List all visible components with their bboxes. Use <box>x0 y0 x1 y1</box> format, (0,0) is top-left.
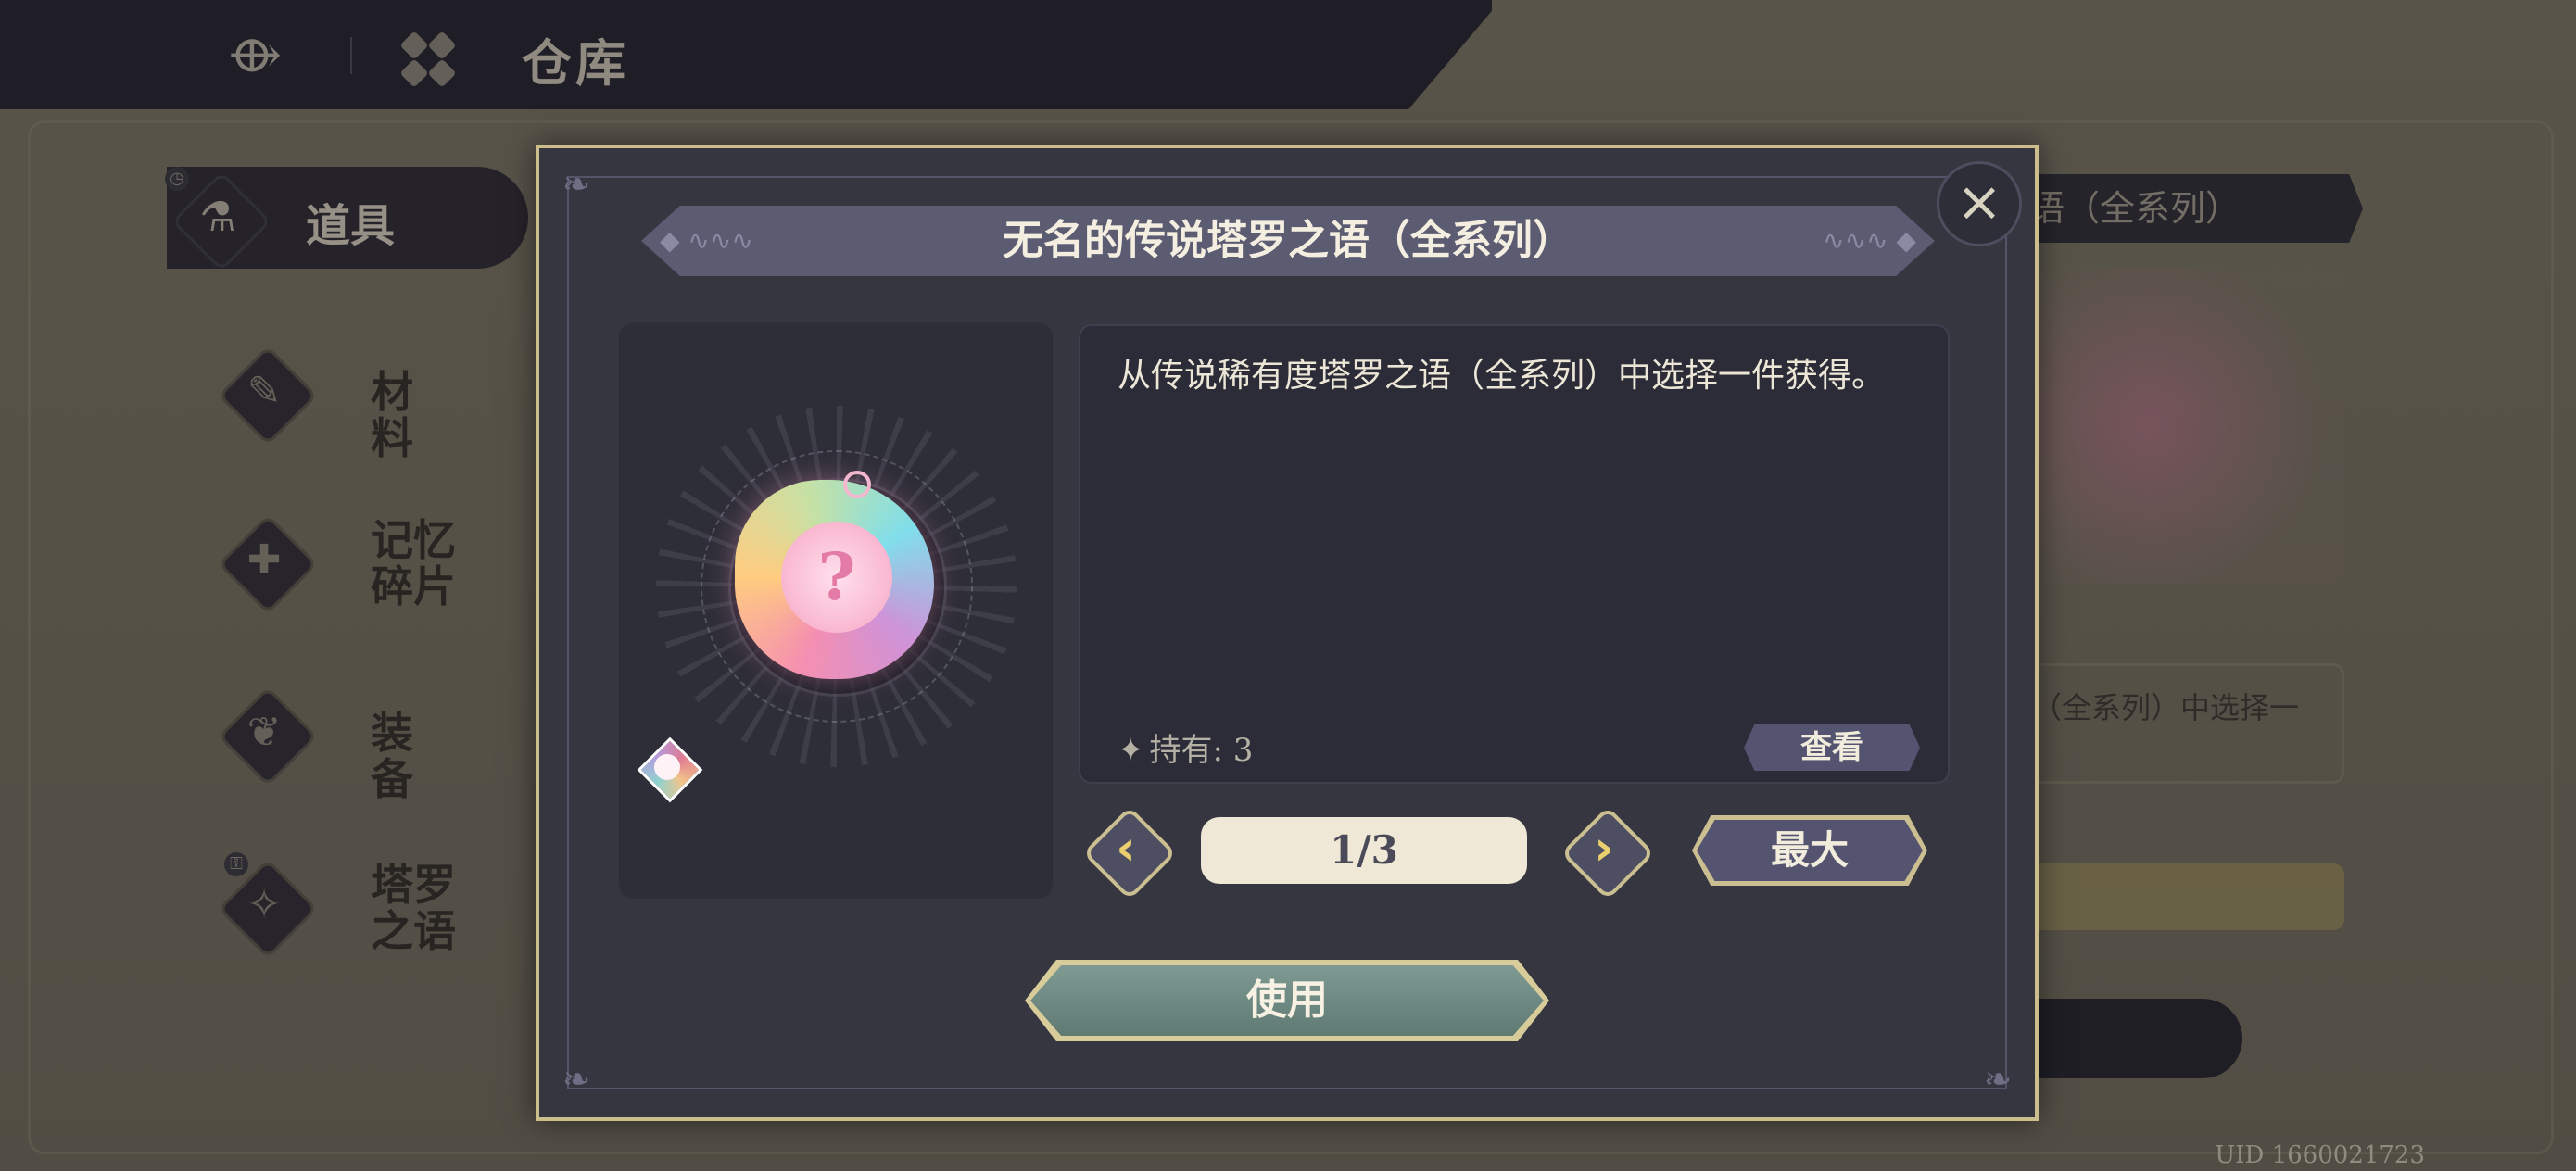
increase-button[interactable]: › <box>1560 806 1655 900</box>
owned-label: 持有: 3 <box>1149 732 1254 769</box>
owned-count: ✦ 持有: 3 <box>1118 724 1253 770</box>
corner-ornament-icon: ❧ <box>1983 1061 2013 1099</box>
close-icon[interactable]: × <box>1937 161 2022 246</box>
pendant-ring <box>843 471 871 498</box>
quantity-display: 1/3 <box>1201 817 1527 884</box>
question-mark-icon: ? <box>781 522 892 633</box>
item-description: 从传说稀有度塔罗之语（全系列）中选择一件获得。 <box>1118 357 1886 395</box>
item-image-panel: ? <box>619 322 1053 899</box>
use-button[interactable]: 使用 <box>1025 960 1549 1041</box>
rarity-badge-icon <box>637 737 703 803</box>
sparkle-icon: ✦ <box>1118 732 1144 769</box>
use-button-label: 使用 <box>1030 965 1544 1036</box>
view-button[interactable]: 查看 <box>1744 724 1920 771</box>
chevron-left-icon: ‹ <box>1116 821 1136 876</box>
dialog-title-ribbon: ◆ ∿∿∿ ∿∿∿ ◆ 无名的传说塔罗之语（全系列） <box>641 206 1935 276</box>
corner-ornament-icon: ❧ <box>562 1061 591 1099</box>
dialog-title: 无名的传说塔罗之语（全系列） <box>1003 217 1573 264</box>
decrease-button[interactable]: ‹ <box>1082 806 1177 900</box>
max-button[interactable]: 最大 <box>1692 815 1927 886</box>
corner-ornament-icon: ❧ <box>562 166 591 204</box>
max-button-label: 最大 <box>1697 820 1923 881</box>
item-description-box: 从传说稀有度塔罗之语（全系列）中选择一件获得。 ✦ 持有: 3 查看 <box>1079 324 1950 784</box>
chevron-right-icon: › <box>1594 821 1614 876</box>
